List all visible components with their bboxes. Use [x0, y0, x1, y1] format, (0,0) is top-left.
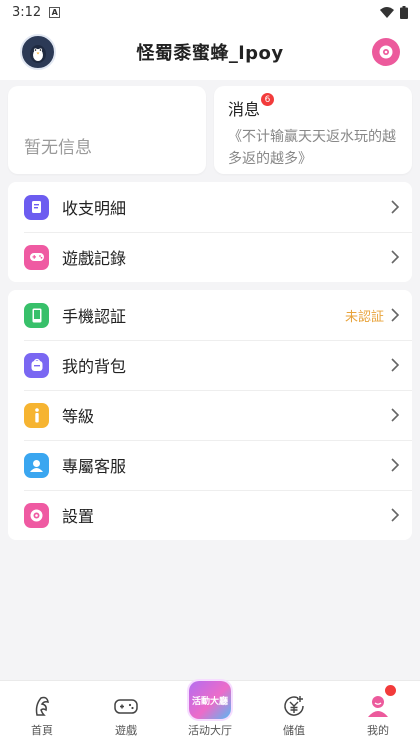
- menu-item-level[interactable]: 等級: [8, 390, 412, 440]
- status-bar: 3:12 A: [0, 0, 420, 24]
- gamepad-tab-icon: [114, 699, 138, 714]
- message-preview: 《不计输赢天天返水玩的越多返的越多》: [228, 129, 396, 167]
- menu-item-label: 專屬客服: [62, 457, 127, 476]
- verify-status: 未認証: [344, 309, 384, 325]
- notification-a-icon: A: [49, 6, 61, 18]
- support-icon: [24, 452, 49, 478]
- tab-profile[interactable]: 我的: [336, 681, 420, 746]
- menu-item-game-records[interactable]: 遊戲記錄: [8, 232, 412, 282]
- profile-icon: [368, 696, 388, 717]
- tab-label: 我的: [367, 724, 389, 737]
- menu-item-settings[interactable]: 設置: [8, 490, 412, 540]
- chevron-right-icon: [391, 358, 400, 372]
- tab-label: 遊戲: [115, 724, 137, 737]
- menu-item-phone-verify[interactable]: 手機認証 未認証: [8, 290, 412, 340]
- gamepad-icon: [24, 244, 49, 270]
- chevron-right-icon: [391, 308, 400, 322]
- menu-item-label: 我的背包: [62, 357, 127, 376]
- ledger-icon: [24, 194, 49, 220]
- empty-info-text: 暂无信息: [24, 138, 92, 158]
- menu-item-label: 等級: [62, 407, 95, 426]
- page-title: 怪蜀黍蜜蜂_lpoy: [136, 43, 284, 64]
- wifi-icon: [380, 6, 394, 18]
- bottom-tab-bar: 首頁 遊戲 活動大廳 活动大厅 儲值 我的: [0, 680, 420, 746]
- message-card[interactable]: 消息 6 《不计输赢天天返水玩的越多返的越多》: [214, 86, 412, 174]
- battery-icon: [400, 5, 408, 19]
- menu-group-account: 收支明細 遊戲記錄: [8, 182, 412, 282]
- flower-gear-icon: [379, 45, 393, 59]
- message-count-badge: 6: [261, 93, 275, 106]
- menu-item-label: 設置: [62, 507, 95, 526]
- settings-button[interactable]: [372, 38, 400, 66]
- menu-item-label: 收支明細: [62, 199, 127, 218]
- tab-event-hall[interactable]: 活動大廳 活动大厅: [168, 681, 252, 746]
- phone-icon: [24, 302, 49, 328]
- info-cards: 暂无信息 消息 6 《不计输赢天天返水玩的越多返的越多》: [0, 80, 420, 174]
- menu-item-transactions[interactable]: 收支明細: [8, 182, 412, 232]
- backpack-icon: [24, 352, 49, 378]
- penguin-avatar-icon: [30, 45, 46, 63]
- menu-item-label: 手機認証: [62, 307, 127, 326]
- tab-games[interactable]: 遊戲: [84, 681, 168, 746]
- tab-label: 首頁: [31, 724, 53, 737]
- deposit-icon: [284, 696, 304, 716]
- event-hall-icon: 活動大廳: [189, 681, 231, 719]
- chevron-right-icon: [391, 250, 400, 264]
- chevron-right-icon: [391, 508, 400, 522]
- menu-item-support[interactable]: 專屬客服: [8, 440, 412, 490]
- chevron-right-icon: [391, 408, 400, 422]
- chevron-right-icon: [391, 200, 400, 214]
- tab-label: 活动大厅: [188, 724, 232, 737]
- info-card-title: [22, 96, 192, 118]
- tab-label: 儲值: [283, 724, 305, 737]
- tab-deposit[interactable]: 儲值: [252, 681, 336, 746]
- home-icon: [35, 696, 49, 716]
- info-icon: [24, 402, 49, 428]
- notification-dot: [385, 685, 396, 696]
- menu-item-label: 遊戲記錄: [62, 249, 127, 268]
- tab-home[interactable]: 首頁: [0, 681, 84, 746]
- message-title-text: 消息: [228, 100, 261, 119]
- message-title: 消息 6: [228, 93, 275, 120]
- chevron-right-icon: [391, 458, 400, 472]
- header-bar: 怪蜀黍蜜蜂_lpoy: [0, 24, 420, 80]
- status-time: 3:12: [12, 4, 42, 20]
- gear-icon: [24, 502, 49, 528]
- menu-group-settings: 手機認証 未認証 我的背包 等級 專屬客服 設置: [8, 290, 412, 540]
- menu-item-backpack[interactable]: 我的背包: [8, 340, 412, 390]
- info-card[interactable]: 暂无信息: [8, 86, 206, 174]
- avatar[interactable]: [20, 34, 56, 70]
